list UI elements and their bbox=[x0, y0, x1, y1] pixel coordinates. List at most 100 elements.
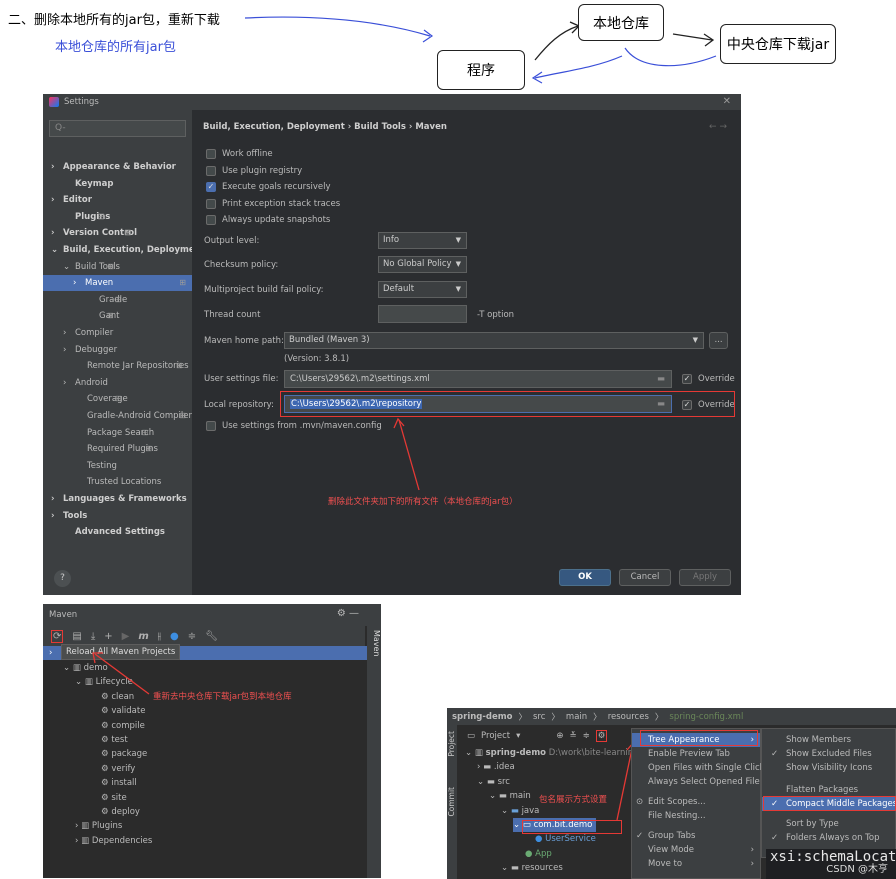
sidebar-item-build-tools[interactable]: ⌄ Build Tools ⊞ bbox=[43, 259, 120, 275]
plus-icon[interactable]: + bbox=[104, 631, 112, 642]
menu-item-enable-preview-tab[interactable]: Enable Preview Tab bbox=[632, 747, 760, 761]
help-button[interactable]: ? bbox=[54, 570, 71, 587]
project-side-tab[interactable]: Project bbox=[447, 731, 456, 757]
multiproject-select[interactable]: Default ▼ bbox=[378, 281, 467, 298]
submenu-item-sort-by-type[interactable]: Sort by Type bbox=[762, 817, 895, 831]
project-tree-item[interactable]: ⌄ ▬ java bbox=[501, 804, 539, 818]
commit-side-tab[interactable]: Commit bbox=[447, 787, 456, 816]
menu-item-always-select-opened-file[interactable]: Always Select Opened File bbox=[632, 775, 760, 789]
run-icon[interactable]: ▶ bbox=[122, 631, 130, 642]
sidebar-item-remote-jar-repositories[interactable]: Remote Jar Repositories ⊞ bbox=[43, 358, 189, 374]
sidebar-item-languages-frameworks[interactable]: › Languages & Frameworks bbox=[43, 491, 187, 507]
menu-item-open-files-with-single-click[interactable]: Open Files with Single Click bbox=[632, 761, 765, 775]
locate-icon[interactable]: ⊕ bbox=[556, 731, 563, 741]
user-settings-input[interactable]: C:\Users\29562\.m2\settings.xml ▬ bbox=[284, 370, 672, 388]
sidebar-item-compiler[interactable]: › Compiler bbox=[43, 325, 113, 341]
submenu-item-flatten-packages[interactable]: Flatten Packages bbox=[762, 783, 895, 797]
use-plugin-registry-checkbox[interactable]: Use plugin registry bbox=[206, 165, 302, 177]
checksum-policy-select[interactable]: No Global Policy ▼ bbox=[378, 256, 467, 273]
sidebar-item-gradle[interactable]: Gradle ⊞ bbox=[43, 292, 127, 308]
cancel-button[interactable]: Cancel bbox=[619, 569, 671, 586]
settings-search-input[interactable]: Q- bbox=[49, 120, 186, 137]
use-mvn-config-checkbox[interactable]: Use settings from .mvn/maven.config bbox=[206, 420, 382, 432]
wrench-icon[interactable]: 🔧︎ bbox=[205, 631, 218, 642]
maven-tree-item[interactable]: ⚙ install bbox=[101, 776, 137, 790]
sidebar-item-package-search[interactable]: Package Search ⊞ bbox=[43, 425, 154, 441]
submenu-item-show-excluded-files[interactable]: Show Excluded Files ✓ bbox=[762, 747, 895, 761]
sidebar-item-testing[interactable]: Testing bbox=[43, 458, 117, 474]
maven-tree-item[interactable]: › ▥ Dependencies bbox=[75, 834, 152, 848]
maven-side-tab[interactable]: Maven bbox=[367, 604, 381, 878]
breadcrumb-item[interactable]: spring-config.xml bbox=[669, 712, 743, 722]
breadcrumb-item[interactable]: src bbox=[533, 712, 545, 722]
add-project-icon[interactable]: ▤ bbox=[72, 631, 81, 642]
project-tree-item[interactable]: ● App bbox=[525, 847, 552, 861]
project-tree-item[interactable]: ⌄ ▬ resources bbox=[501, 861, 563, 875]
sidebar-item-keymap[interactable]: Keymap bbox=[43, 176, 113, 192]
skip-tests-icon[interactable]: ● bbox=[170, 631, 179, 642]
gear-icon[interactable]: ⚙ — bbox=[337, 608, 359, 619]
sidebar-item-version-control[interactable]: › Version Control ⊞ bbox=[43, 225, 137, 241]
breadcrumb-item[interactable]: main bbox=[566, 712, 587, 722]
sidebar-item-gradle-android-compiler[interactable]: Gradle-Android Compiler ⊞ bbox=[43, 408, 192, 424]
ok-button[interactable]: OK bbox=[559, 569, 611, 586]
sidebar-item-coverage[interactable]: Coverage ⊞ bbox=[43, 391, 128, 407]
project-tree-item[interactable]: ⌄ ▬ src bbox=[477, 775, 510, 789]
collapse-icon[interactable]: ≑ bbox=[188, 631, 196, 642]
submenu-item-show-visibility-icons[interactable]: Show Visibility Icons bbox=[762, 761, 895, 775]
submenu-item-folders-always-on-top[interactable]: Folders Always on Top ✓ bbox=[762, 831, 895, 845]
collapse-icon[interactable]: ≑ bbox=[583, 731, 590, 741]
maven-tree-item[interactable]: ⚙ compile bbox=[101, 719, 145, 733]
maven-tree-item[interactable]: ⚙ site bbox=[101, 791, 127, 805]
menu-item-move-to[interactable]: Move to › bbox=[632, 857, 760, 871]
maven-home-select[interactable]: Bundled (Maven 3) ▼ bbox=[284, 332, 704, 349]
output-level-select[interactable]: Info ▼ bbox=[378, 232, 467, 249]
menu-item-view-mode[interactable]: View Mode › bbox=[632, 843, 760, 857]
sidebar-item-plugins[interactable]: Plugins ⊞ bbox=[43, 209, 110, 225]
close-icon[interactable]: ✕ bbox=[723, 96, 731, 107]
maven-tree-item[interactable]: ⚙ validate bbox=[101, 704, 145, 718]
sidebar-item-appearance-behavior[interactable]: › Appearance & Behavior bbox=[43, 159, 176, 175]
browse-button[interactable]: ... bbox=[709, 332, 728, 349]
maven-tree-item[interactable]: › ▥ Plugins bbox=[75, 819, 122, 833]
project-tree-item[interactable]: › ▬ .idea bbox=[477, 760, 515, 774]
sidebar-item-gant[interactable]: Gant ⊞ bbox=[43, 308, 120, 324]
sidebar-item-debugger[interactable]: › Debugger bbox=[43, 342, 117, 358]
project-tree-item[interactable]: ● UserService bbox=[535, 832, 596, 846]
folder-icon[interactable]: ▬ bbox=[657, 371, 665, 387]
sidebar-item-tools[interactable]: › Tools bbox=[43, 508, 87, 524]
submenu-item-show-members[interactable]: Show Members bbox=[762, 733, 895, 747]
download-icon[interactable]: ⤓ bbox=[91, 631, 95, 642]
reload-icon[interactable]: ⟳ bbox=[51, 629, 64, 643]
project-tree-item[interactable]: ⌄ ▬ main bbox=[489, 789, 531, 803]
sidebar-item-maven[interactable]: › Maven ⊞ bbox=[43, 275, 192, 292]
menu-item-group-tabs[interactable]: Group Tabs ✓ bbox=[632, 829, 760, 843]
maven-tree-item[interactable]: ⚙ verify bbox=[101, 762, 135, 776]
execute-goals-checkbox[interactable]: ✓ Execute goals recursively bbox=[206, 181, 331, 193]
sidebar-item-android[interactable]: › Android bbox=[43, 375, 108, 391]
chevron-down-icon[interactable]: ▾ bbox=[516, 731, 520, 741]
menu-item-edit-scopes-[interactable]: Edit Scopes... ⊙ bbox=[632, 795, 760, 809]
expand-icon[interactable]: ≚ bbox=[570, 731, 577, 741]
work-offline-checkbox[interactable]: Work offline bbox=[206, 148, 273, 160]
update-snapshots-checkbox[interactable]: Always update snapshots bbox=[206, 214, 330, 226]
sidebar-item-trusted-locations[interactable]: Trusted Locations bbox=[43, 474, 161, 490]
project-header-label[interactable]: Project bbox=[481, 731, 510, 741]
sidebar-item-build-execution-deployment[interactable]: ⌄ Build, Execution, Deployment bbox=[43, 242, 205, 258]
thread-count-input[interactable] bbox=[378, 305, 467, 323]
breadcrumb-item[interactable]: spring-demo bbox=[452, 712, 512, 722]
sidebar-item-editor[interactable]: › Editor bbox=[43, 192, 92, 208]
apply-button[interactable]: Apply bbox=[679, 569, 731, 586]
menu-item-file-nesting-[interactable]: File Nesting... bbox=[632, 809, 760, 823]
print-stack-checkbox[interactable]: Print exception stack traces bbox=[206, 198, 340, 210]
gear-icon[interactable]: ⚙ bbox=[595, 730, 608, 742]
toggle-offline-icon[interactable]: ⫲ bbox=[158, 631, 161, 642]
override-settings-checkbox[interactable]: ✓ Override bbox=[682, 373, 735, 385]
breadcrumb-item[interactable]: resources bbox=[608, 712, 649, 722]
maven-tree-item[interactable]: ⚙ test bbox=[101, 733, 128, 747]
execute-goal-icon[interactable]: m bbox=[138, 631, 148, 642]
sidebar-item-advanced-settings[interactable]: Advanced Settings bbox=[43, 524, 165, 540]
sidebar-item-required-plugins[interactable]: Required Plugins ⊞ bbox=[43, 441, 158, 457]
maven-tree-item[interactable]: ⚙ package bbox=[101, 747, 147, 761]
maven-tree-item[interactable]: ⚙ deploy bbox=[101, 805, 140, 819]
